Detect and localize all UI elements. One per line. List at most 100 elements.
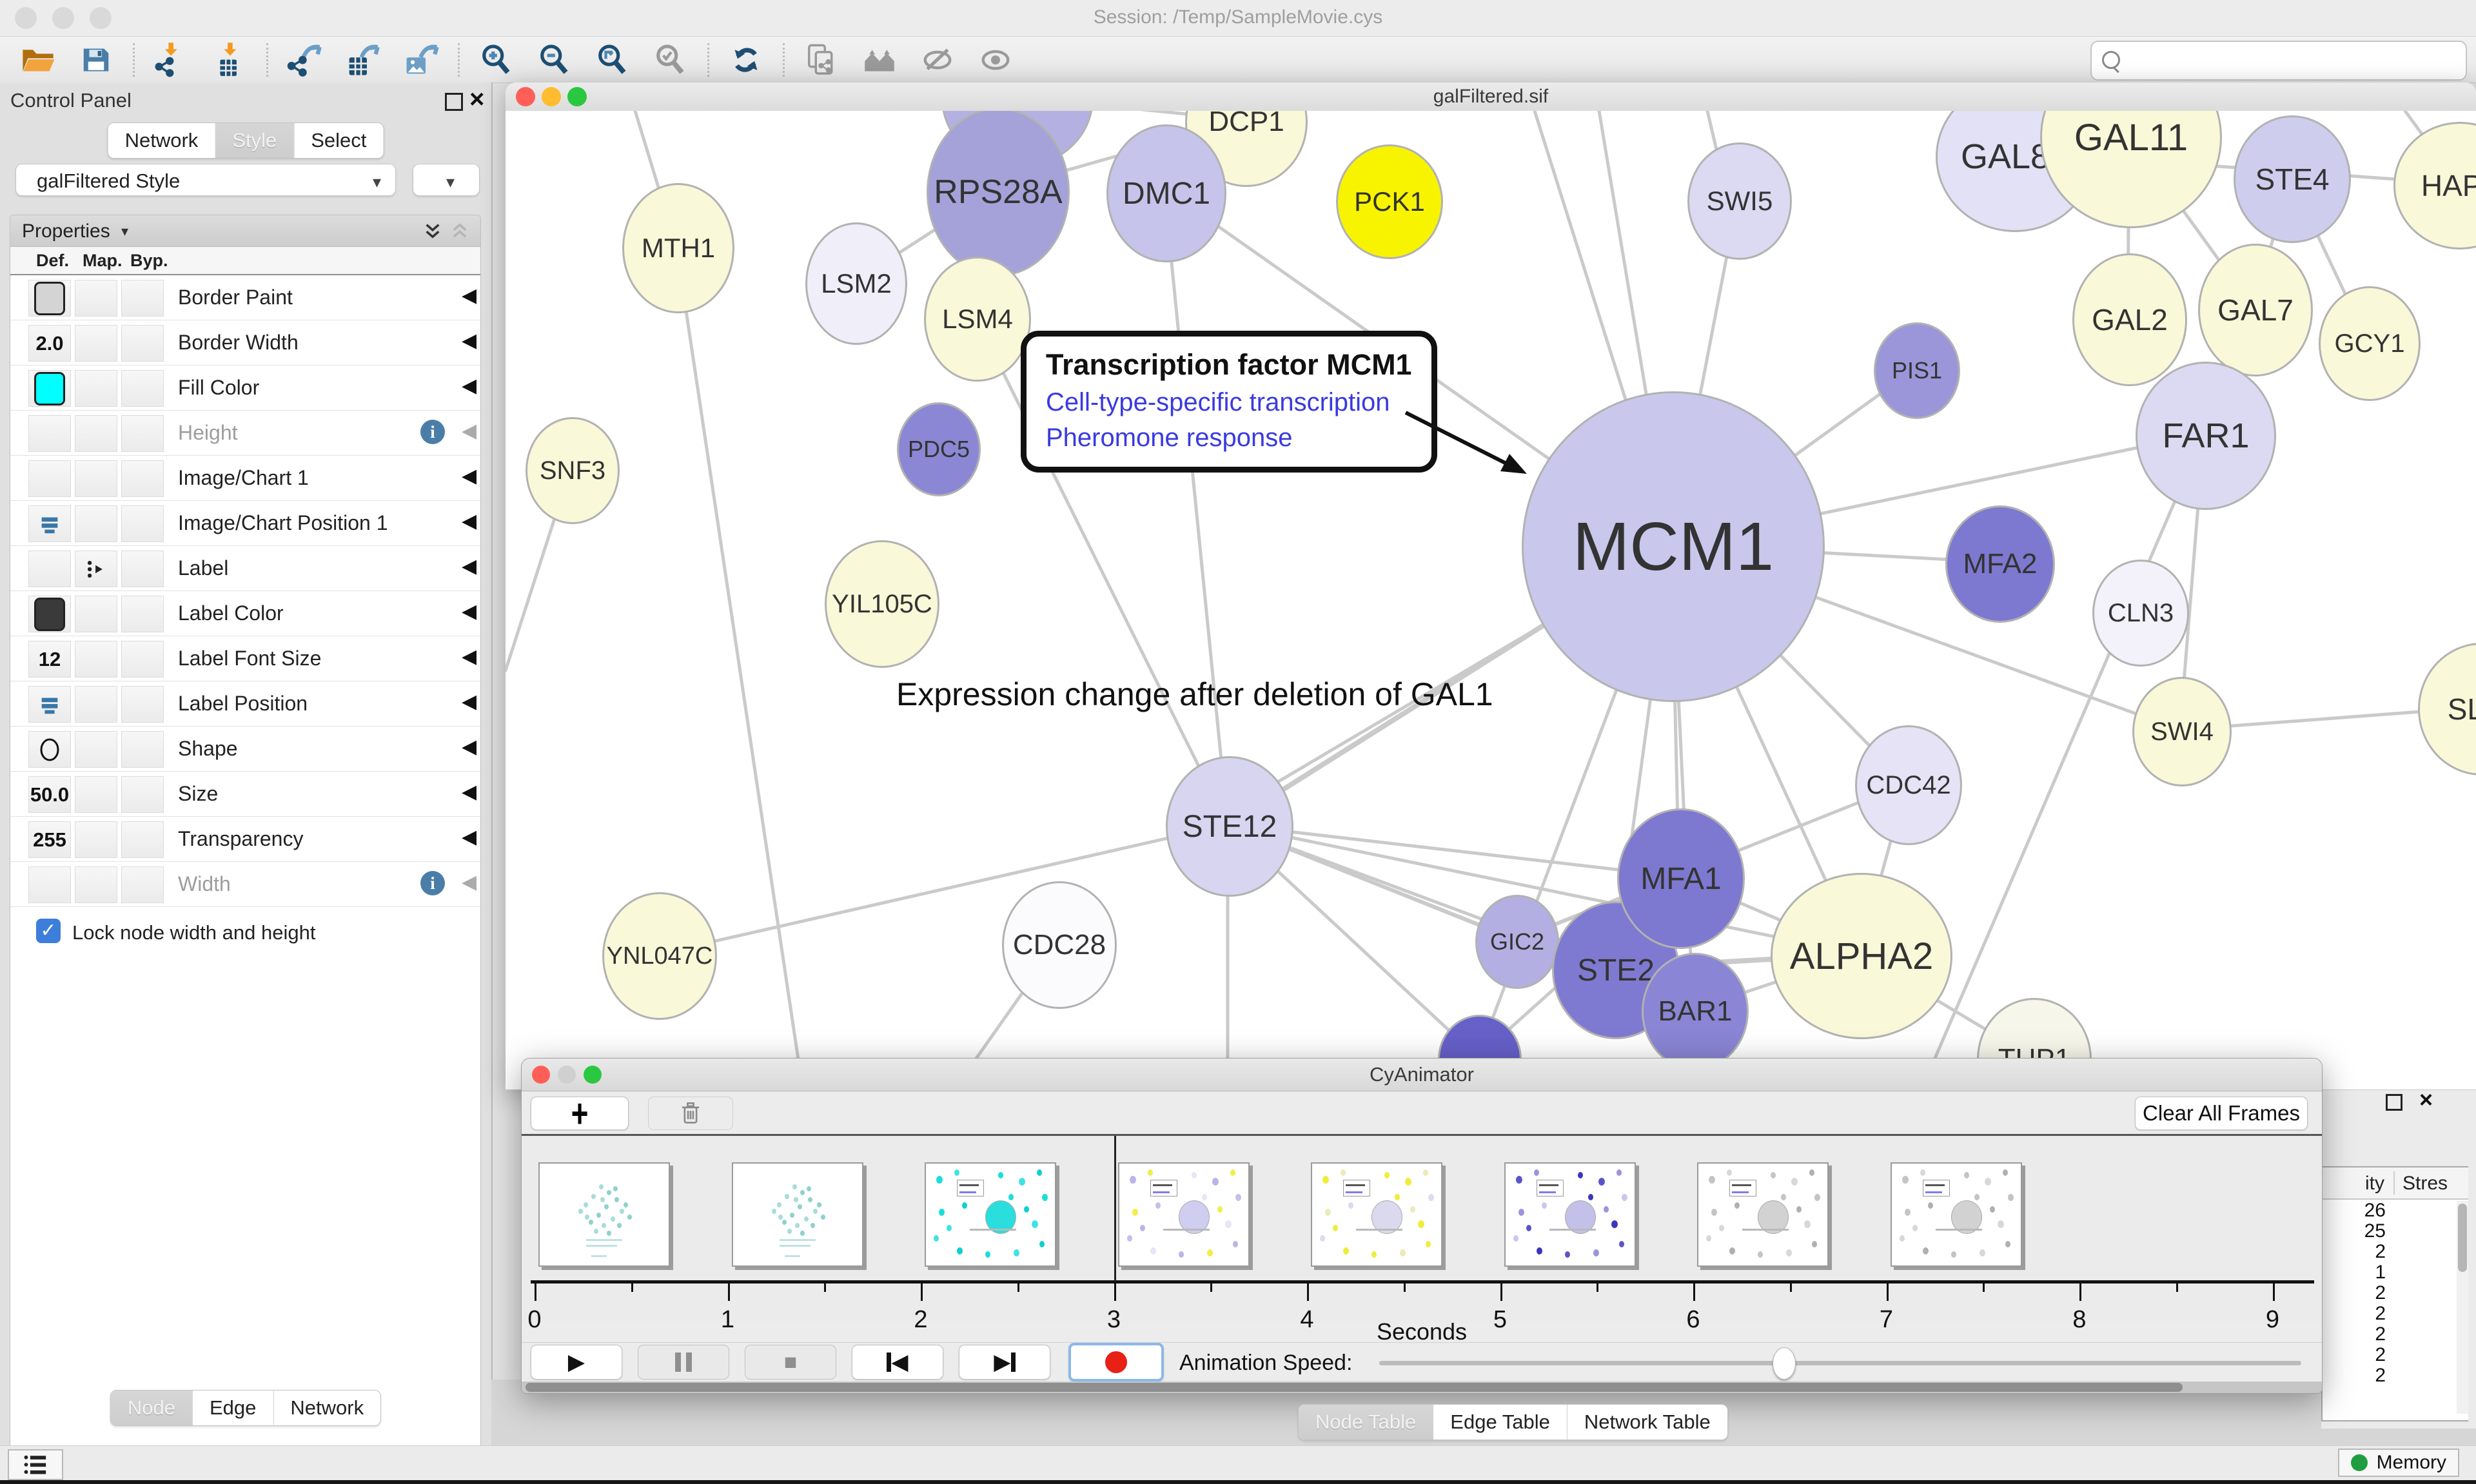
property-row-height[interactable]: Heighti◀ bbox=[10, 411, 480, 456]
default-value-cell[interactable]: 2.0 bbox=[28, 325, 71, 362]
default-value-cell[interactable] bbox=[28, 551, 71, 587]
frame-thumbnail-5[interactable] bbox=[1504, 1162, 1636, 1267]
node-mfa2[interactable]: MFA2 bbox=[1945, 505, 2055, 623]
table-tab-network-table[interactable]: Network Table bbox=[1567, 1405, 1727, 1440]
collapse-arrow-icon[interactable]: ◀ bbox=[462, 690, 477, 713]
property-row-label[interactable]: Label◀ bbox=[10, 546, 480, 591]
property-row-transparency[interactable]: 255Transparency◀ bbox=[10, 817, 480, 862]
record-button[interactable] bbox=[1068, 1343, 1164, 1381]
table-row[interactable]: 2 bbox=[2323, 1282, 2468, 1303]
frame-thumbnail-3[interactable] bbox=[1118, 1162, 1250, 1267]
node-lsm2[interactable]: LSM2 bbox=[805, 222, 907, 345]
property-row-border-width[interactable]: 2.0Border Width◀ bbox=[10, 320, 480, 366]
collapse-arrow-icon[interactable]: ◀ bbox=[462, 555, 477, 578]
table-row[interactable]: 2 bbox=[2323, 1323, 2468, 1344]
node-pdc5[interactable]: PDC5 bbox=[897, 402, 981, 496]
export-network-icon[interactable] bbox=[285, 40, 325, 80]
tab-select[interactable]: Select bbox=[293, 123, 383, 158]
node-swi4[interactable]: SWI4 bbox=[2132, 677, 2232, 786]
import-table-icon[interactable] bbox=[210, 40, 250, 80]
collapse-arrow-icon[interactable]: ◀ bbox=[462, 420, 477, 442]
hide-selected-icon[interactable] bbox=[918, 40, 958, 80]
mapping-cell[interactable] bbox=[75, 596, 117, 632]
search-input[interactable] bbox=[2090, 41, 2467, 81]
info-icon[interactable]: i bbox=[420, 420, 445, 444]
first-neighbors-icon[interactable] bbox=[860, 40, 899, 80]
table-row[interactable]: 25 bbox=[2323, 1220, 2468, 1241]
node-cln3[interactable]: CLN3 bbox=[2092, 560, 2189, 667]
stop-button[interactable]: ■ bbox=[745, 1345, 836, 1380]
default-value-cell[interactable]: 255 bbox=[28, 821, 71, 858]
mapping-cell[interactable] bbox=[75, 641, 117, 678]
clone-view-icon[interactable] bbox=[801, 40, 841, 80]
column-radiality[interactable]: ity bbox=[2323, 1173, 2384, 1195]
style-tab-node[interactable]: Node bbox=[111, 1391, 192, 1425]
default-value-cell[interactable] bbox=[28, 460, 71, 497]
default-value-cell[interactable]: 50.0 bbox=[28, 776, 71, 813]
frame-thumbnail-2[interactable] bbox=[925, 1162, 1056, 1267]
property-row-image-chart-position-1[interactable]: Image/Chart Position 1◀ bbox=[10, 501, 480, 546]
close-panel-icon[interactable]: × bbox=[2419, 1086, 2433, 1113]
clear-all-frames-button[interactable]: Clear All Frames bbox=[2135, 1097, 2308, 1130]
expand-all-icon[interactable] bbox=[423, 222, 442, 240]
zoom-selected-icon[interactable] bbox=[651, 40, 691, 80]
collapse-arrow-icon[interactable]: ◀ bbox=[462, 826, 477, 848]
bypass-cell[interactable] bbox=[121, 731, 164, 768]
bypass-cell[interactable] bbox=[121, 686, 164, 723]
mapping-cell[interactable] bbox=[75, 325, 117, 362]
import-network-icon[interactable] bbox=[152, 40, 192, 80]
table-row[interactable]: 26 bbox=[2323, 1200, 2468, 1220]
node-bar1[interactable]: BAR1 bbox=[1642, 953, 1749, 1070]
timeline-playhead[interactable] bbox=[1114, 1136, 1116, 1282]
tab-style[interactable]: Style bbox=[215, 123, 293, 158]
table-row[interactable]: 2 bbox=[2323, 1241, 2468, 1262]
collapse-arrow-icon[interactable]: ◀ bbox=[462, 600, 477, 623]
network-canvas[interactable]: DCP1RPS28ADMC1PCK1MTH1LSM2LSM4SNF3PDC5YI… bbox=[506, 111, 2476, 1089]
annotation-link[interactable]: Cell-type-specific transcription bbox=[1046, 388, 1412, 417]
mapping-cell[interactable] bbox=[75, 866, 117, 903]
collapse-arrow-icon[interactable]: ◀ bbox=[462, 375, 477, 397]
info-icon[interactable]: i bbox=[420, 871, 445, 895]
property-row-border-paint[interactable]: Border Paint◀ bbox=[10, 275, 480, 320]
frame-thumbnail-0[interactable] bbox=[538, 1162, 670, 1267]
node-pck1[interactable]: PCK1 bbox=[1336, 144, 1443, 259]
frame-thumbnail-7[interactable] bbox=[1891, 1162, 2022, 1267]
default-value-cell[interactable] bbox=[28, 370, 71, 407]
node-ste12[interactable]: STE12 bbox=[1166, 756, 1293, 897]
node-rps28a[interactable]: RPS28A bbox=[927, 111, 1070, 277]
node-gal2[interactable]: GAL2 bbox=[2072, 253, 2187, 386]
style-tab-network[interactable]: Network bbox=[273, 1391, 380, 1425]
property-row-width[interactable]: Widthi◀ bbox=[10, 862, 480, 907]
mapping-cell[interactable] bbox=[75, 731, 117, 768]
play-button[interactable]: ▶ bbox=[531, 1345, 622, 1380]
pause-button[interactable] bbox=[638, 1345, 729, 1380]
property-row-size[interactable]: 50.0Size◀ bbox=[10, 772, 480, 817]
default-value-cell[interactable] bbox=[28, 505, 71, 542]
node-mfa1[interactable]: MFA1 bbox=[1617, 808, 1745, 949]
node-gic2[interactable]: GIC2 bbox=[1475, 895, 1559, 989]
bypass-cell[interactable] bbox=[121, 460, 164, 497]
node-alpha2[interactable]: ALPHA2 bbox=[1771, 873, 1952, 1039]
table-tab-node-table[interactable]: Node Table bbox=[1299, 1405, 1433, 1440]
node-cdc42[interactable]: CDC42 bbox=[1855, 725, 1962, 845]
bypass-cell[interactable] bbox=[121, 370, 164, 407]
default-value-cell[interactable]: 12 bbox=[28, 641, 71, 678]
bypass-cell[interactable] bbox=[121, 596, 164, 632]
network-caption[interactable]: Expression change after deletion of GAL1 bbox=[896, 676, 1493, 713]
frame-thumbnail-6[interactable] bbox=[1697, 1162, 1829, 1267]
task-history-button[interactable] bbox=[8, 1449, 63, 1480]
refresh-view-icon[interactable] bbox=[726, 40, 766, 80]
bypass-cell[interactable] bbox=[121, 866, 164, 903]
node-mcm1[interactable]: MCM1 bbox=[1522, 391, 1825, 702]
cyanimator-titlebar[interactable]: CyAnimator bbox=[522, 1059, 2322, 1091]
float-panel-icon[interactable] bbox=[445, 93, 463, 111]
property-row-label-position[interactable]: Label Position◀ bbox=[10, 681, 480, 727]
mapping-cell[interactable] bbox=[75, 776, 117, 813]
node-yil105c[interactable]: YIL105C bbox=[825, 540, 939, 668]
default-value-cell[interactable] bbox=[28, 596, 71, 632]
collapse-arrow-icon[interactable]: ◀ bbox=[462, 871, 477, 893]
node-dmc1[interactable]: DMC1 bbox=[1106, 124, 1226, 262]
float-panel-icon[interactable] bbox=[2386, 1094, 2402, 1111]
table-row[interactable]: 2 bbox=[2323, 1344, 2468, 1365]
style-select[interactable]: galFiltered Style ▾ bbox=[15, 164, 396, 196]
